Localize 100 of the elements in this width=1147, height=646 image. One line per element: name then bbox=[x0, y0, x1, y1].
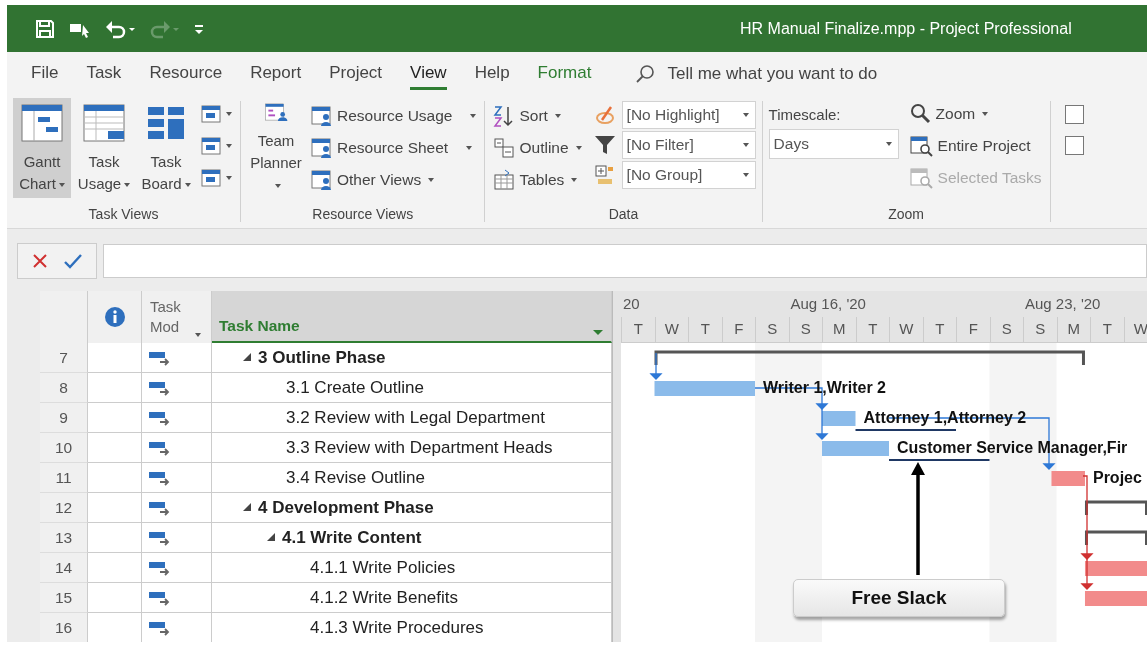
menu-tab[interactable]: File bbox=[31, 57, 59, 90]
day-label: M bbox=[1056, 317, 1090, 342]
dropdown-field[interactable]: [No Group] bbox=[621, 161, 756, 189]
row-number: 11 bbox=[40, 463, 88, 493]
resource-icon bbox=[311, 137, 333, 159]
link-arrow bbox=[649, 352, 663, 380]
check-icon[interactable] bbox=[64, 253, 82, 269]
dropdown-field[interactable]: [No Filter] bbox=[621, 131, 756, 159]
day-label: S bbox=[755, 317, 789, 342]
day-label: T bbox=[922, 317, 956, 342]
column-header[interactable]: Task Name bbox=[212, 291, 612, 343]
menu-tab[interactable]: View bbox=[410, 57, 447, 90]
task-name: 4.1.3 Write Procedures bbox=[310, 617, 484, 638]
day-label: T bbox=[621, 317, 655, 342]
day-label: F bbox=[721, 317, 755, 342]
tell-me-field[interactable]: Tell me what you want to do bbox=[635, 62, 970, 85]
row-number: 10 bbox=[40, 433, 88, 463]
day-label: F bbox=[956, 317, 990, 342]
group-label: Task Views bbox=[87, 206, 160, 224]
menu-tab[interactable]: Project bbox=[329, 57, 383, 90]
task-name: 3.2 Review with Legal Department bbox=[286, 407, 545, 428]
task-name: 3.4 Revise Outline bbox=[286, 467, 425, 488]
zoom-command-button[interactable]: Entire Project bbox=[907, 130, 1044, 162]
gantt-chart-icon bbox=[20, 103, 64, 143]
table-icon bbox=[82, 103, 126, 143]
row-number: 8 bbox=[40, 373, 88, 403]
window-title: HR Manual Finalize.mpp - Project Professional bbox=[740, 19, 1072, 38]
task-name: 3 Outline Phase bbox=[258, 347, 386, 368]
team-planner-button[interactable]: Team Planner bbox=[247, 98, 305, 198]
week-label: 20 bbox=[623, 295, 640, 312]
group-icon bbox=[593, 164, 616, 186]
resource-view-button[interactable]: Other Views bbox=[309, 164, 479, 196]
day-label: W bbox=[654, 317, 688, 342]
row-number: 13 bbox=[40, 523, 88, 553]
menu-tab[interactable]: Task bbox=[86, 57, 122, 90]
view-icon bbox=[201, 168, 223, 188]
view-button[interactable]: Task Board bbox=[137, 98, 195, 198]
task-name: 4.1.1 Write Policies bbox=[310, 557, 456, 578]
resource-view-button[interactable]: Resource Usage bbox=[309, 100, 479, 132]
row-number: 14 bbox=[40, 553, 88, 583]
row-number: 9 bbox=[40, 403, 88, 433]
data-command-button[interactable]: Sort bbox=[491, 100, 584, 132]
resource-view-button[interactable]: Resource Sheet bbox=[309, 132, 479, 164]
week-label: Aug 16, '20 bbox=[790, 295, 866, 312]
zoom-to-view-icon bbox=[909, 167, 934, 189]
row-number: 16 bbox=[40, 613, 88, 642]
day-label: S bbox=[1023, 317, 1057, 342]
checkbox[interactable] bbox=[1064, 136, 1084, 155]
resource-label: Projec bbox=[1092, 469, 1142, 486]
resource-icon bbox=[311, 105, 333, 127]
checkbox[interactable] bbox=[1064, 105, 1084, 124]
info-icon bbox=[103, 306, 126, 328]
data-command-button[interactable]: Tables bbox=[491, 164, 584, 196]
row-number: 12 bbox=[40, 493, 88, 523]
outline-icon bbox=[493, 137, 516, 159]
search-icon bbox=[635, 63, 656, 84]
menu-tab[interactable]: Help bbox=[474, 57, 510, 90]
day-label: W bbox=[1123, 317, 1147, 342]
timescale-dropdown[interactable]: Days bbox=[768, 129, 899, 159]
task-name: 3.1 Create Outline bbox=[286, 377, 424, 398]
day-label: T bbox=[855, 317, 889, 342]
callout: Free Slack bbox=[793, 579, 1005, 617]
day-label: W bbox=[889, 317, 923, 342]
dropdown-field[interactable]: [No Highlight] bbox=[621, 101, 756, 129]
group-label: Resource Views bbox=[311, 206, 415, 224]
resource-icon bbox=[311, 169, 333, 191]
data-command-button[interactable]: Outline bbox=[491, 132, 584, 164]
task-name: 4 Development Phase bbox=[258, 497, 434, 518]
view-button[interactable]: Gantt Chart bbox=[13, 98, 71, 198]
menu-tab[interactable]: Report bbox=[250, 57, 302, 90]
tables-icon bbox=[493, 169, 516, 191]
summary-bar[interactable] bbox=[1084, 530, 1147, 545]
row-number: 7 bbox=[40, 343, 88, 373]
day-label: M bbox=[822, 317, 856, 342]
cancel-icon[interactable] bbox=[32, 253, 48, 269]
highlight-icon bbox=[593, 104, 616, 126]
day-label: S bbox=[788, 317, 822, 342]
day-label: T bbox=[688, 317, 722, 342]
summary-bar[interactable] bbox=[1084, 500, 1147, 515]
zoom-command-button[interactable]: Zoom bbox=[907, 98, 1044, 130]
summary-bar[interactable] bbox=[654, 350, 1085, 365]
day-label: S bbox=[989, 317, 1023, 342]
task-name: 3.3 Review with Department Heads bbox=[286, 437, 553, 458]
task-name: 4.1.2 Write Benefits bbox=[310, 587, 459, 608]
timescale-label: Timescale: bbox=[768, 106, 842, 123]
day-label: T bbox=[1090, 317, 1124, 342]
group-label: Data bbox=[607, 206, 640, 224]
filter-icon bbox=[593, 134, 616, 156]
view-button[interactable]: Task Usage bbox=[75, 98, 133, 198]
entry-field[interactable] bbox=[103, 244, 1147, 278]
column-header[interactable]: Task Mod bbox=[142, 291, 212, 343]
save-icon[interactable] bbox=[35, 18, 55, 39]
zoom-to-view-icon bbox=[909, 135, 934, 157]
view-icon bbox=[201, 104, 223, 124]
zoom-icon bbox=[909, 103, 932, 125]
menu-tab[interactable]: Resource bbox=[149, 57, 223, 90]
week-label: Aug 23, '20 bbox=[1025, 295, 1101, 312]
view-icon bbox=[201, 136, 223, 156]
group-label: Zoom bbox=[887, 206, 925, 224]
menu-tab[interactable]: Format bbox=[537, 57, 592, 90]
